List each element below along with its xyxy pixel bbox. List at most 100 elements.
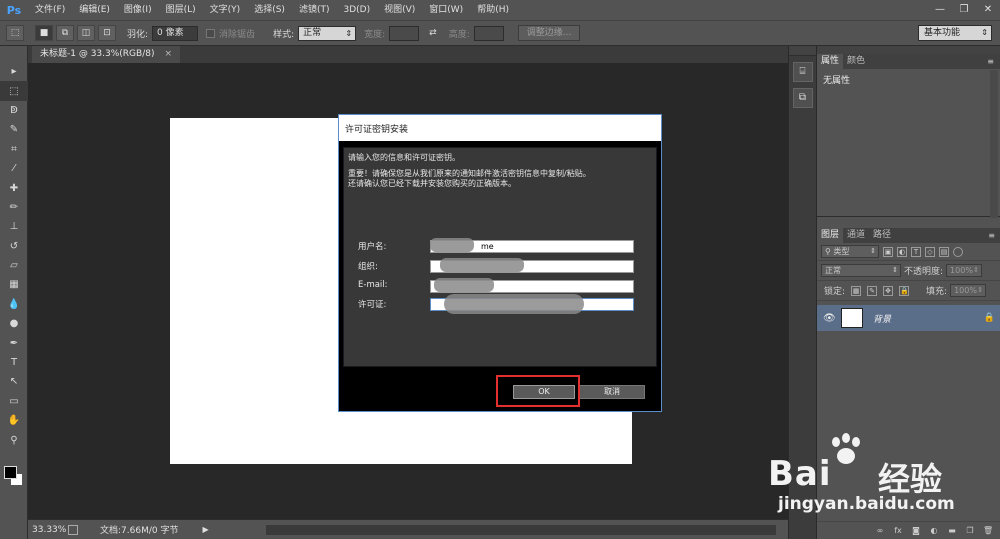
paragraph-panel-icon[interactable]: ⧉ xyxy=(792,88,813,108)
dodge-tool-icon[interactable]: ● xyxy=(0,314,28,333)
menu-select[interactable]: 选择(S) xyxy=(247,0,292,20)
type-tool-icon[interactable]: T xyxy=(0,353,28,372)
move-tool-icon[interactable]: ▸ xyxy=(0,62,28,81)
organization-label: 组织: xyxy=(358,262,378,272)
swap-icon[interactable]: ⇄ xyxy=(429,28,437,38)
tab-channels[interactable]: 通道 xyxy=(843,228,869,243)
width-input[interactable] xyxy=(389,25,420,41)
tab-layers[interactable]: 图层 xyxy=(817,228,844,243)
layer-filter-row: ⚲ 类型 ▣ ◐ T ◇ ▤ xyxy=(817,243,1000,261)
menu-edit[interactable]: 编辑(E) xyxy=(72,0,117,20)
horizontal-scrollbar[interactable] xyxy=(266,525,776,535)
lock-position-icon[interactable]: ✥ xyxy=(883,285,894,296)
quick-select-tool-icon[interactable]: ✎ xyxy=(0,120,28,139)
refine-edge-button[interactable]: 调整边缘... xyxy=(517,25,581,41)
tab-paths[interactable]: 路径 xyxy=(869,228,895,243)
baidu-watermark: Bai 经验 jingyan.baidu.com xyxy=(766,432,996,522)
menu-3d[interactable]: 3D(D) xyxy=(336,0,377,20)
zoom-level[interactable]: 33.33% xyxy=(32,525,66,535)
dialog-content: 请输入您的信息和许可证密钥。 重要！请确保您是从我们原来的通知邮件激活密钥信息中… xyxy=(343,147,657,367)
feather-input[interactable]: 0 像素 xyxy=(152,25,199,41)
crop-tool-icon[interactable]: ⌗ xyxy=(0,140,28,159)
foreground-color-swatch[interactable] xyxy=(4,466,17,479)
height-input[interactable] xyxy=(473,25,504,41)
layer-name: 背景 xyxy=(873,314,892,325)
brush-tool-icon[interactable]: ✏ xyxy=(0,198,28,217)
fill-input[interactable]: 100% xyxy=(950,284,987,297)
marquee-tool-icon[interactable]: ⬚ xyxy=(0,81,28,101)
lock-all-icon[interactable]: 🔒 xyxy=(899,285,910,296)
filter-toggle-icon[interactable] xyxy=(953,246,963,257)
visibility-eye-icon[interactable]: 👁 xyxy=(823,313,837,324)
properties-empty-text: 无属性 xyxy=(823,76,851,86)
cancel-button[interactable]: 取消 xyxy=(579,385,645,399)
opacity-input[interactable]: 100% xyxy=(946,264,983,277)
history-brush-tool-icon[interactable]: ↺ xyxy=(0,237,28,256)
pen-tool-icon[interactable]: ✒ xyxy=(0,333,28,352)
delete-layer-icon[interactable]: 🗑 xyxy=(983,526,993,536)
style-select[interactable]: 正常 xyxy=(298,25,357,41)
subtract-selection-icon[interactable]: ◫ xyxy=(77,25,95,41)
workspace-select[interactable]: 基本功能 xyxy=(918,25,992,41)
zoom-tool-icon[interactable]: ⚲ xyxy=(0,430,28,449)
healing-brush-tool-icon[interactable]: ✚ xyxy=(0,178,28,197)
menu-view[interactable]: 视图(V) xyxy=(377,0,422,20)
smart-object-filter-icon[interactable]: ▤ xyxy=(939,246,949,257)
blend-mode-select[interactable]: 正常 xyxy=(821,264,901,277)
adjustment-layer-icon[interactable]: ◐ xyxy=(929,526,939,536)
pixel-filter-icon[interactable]: ▣ xyxy=(883,246,893,257)
type-filter-icon[interactable]: T xyxy=(911,246,921,257)
eyedropper-tool-icon[interactable]: ⁄ xyxy=(0,159,28,178)
history-panel-icon[interactable]: ⌸ xyxy=(792,62,813,82)
panel-grip[interactable] xyxy=(817,46,1000,54)
rectangle-tool-icon[interactable]: ▭ xyxy=(0,392,28,411)
new-selection-icon[interactable]: ■ xyxy=(35,25,53,41)
path-select-tool-icon[interactable]: ↖ xyxy=(0,372,28,391)
add-selection-icon[interactable]: ⧉ xyxy=(56,25,74,41)
tab-close-icon[interactable]: × xyxy=(164,49,172,59)
minimize-icon[interactable]: — xyxy=(928,0,952,20)
layers-menu-icon[interactable]: ≡ xyxy=(988,228,995,243)
clone-stamp-tool-icon[interactable]: ⊥ xyxy=(0,217,28,236)
tab-color[interactable]: 颜色 xyxy=(843,54,869,69)
lock-pixels-icon[interactable]: ✎ xyxy=(867,285,878,296)
antialias-checkbox[interactable] xyxy=(206,28,216,38)
license-label: 许可证: xyxy=(358,300,387,310)
tab-properties[interactable]: 属性 xyxy=(817,54,844,69)
adjustment-filter-icon[interactable]: ◐ xyxy=(897,246,907,257)
lock-transparent-icon[interactable]: ▦ xyxy=(851,285,862,296)
menu-type[interactable]: 文字(Y) xyxy=(203,0,248,20)
new-group-icon[interactable]: ▬ xyxy=(947,526,957,536)
marquee-preset-icon[interactable]: ⬚ xyxy=(6,25,24,41)
restore-icon[interactable]: ❐ xyxy=(952,0,976,20)
new-layer-icon[interactable]: ❐ xyxy=(965,526,975,536)
menu-help[interactable]: 帮助(H) xyxy=(470,0,516,20)
layer-row-background[interactable]: 👁 背景 🔒 xyxy=(817,305,1000,331)
panel-menu-icon[interactable]: ≡ xyxy=(987,54,994,69)
status-menu-arrow-icon[interactable]: ▶ xyxy=(202,525,208,534)
menu-image[interactable]: 图像(I) xyxy=(117,0,159,20)
filter-kind-select[interactable]: ⚲ 类型 xyxy=(821,245,879,258)
menu-layer[interactable]: 图层(L) xyxy=(159,0,203,20)
shape-filter-icon[interactable]: ◇ xyxy=(925,246,935,257)
menu-file[interactable]: 文件(F) xyxy=(28,0,72,20)
intersect-selection-icon[interactable]: ⊡ xyxy=(98,25,116,41)
gradient-tool-icon[interactable]: ▦ xyxy=(0,275,28,294)
username-label: 用户名: xyxy=(358,242,387,252)
export-icon[interactable] xyxy=(68,524,78,535)
properties-scrollbar[interactable] xyxy=(990,70,998,218)
menu-window[interactable]: 窗口(W) xyxy=(422,0,470,20)
menu-filter[interactable]: 滤镜(T) xyxy=(292,0,337,20)
document-tab[interactable]: 未标题-1 @ 33.3%(RGB/8) × xyxy=(32,46,181,63)
lasso-tool-icon[interactable]: ↁ xyxy=(0,101,28,120)
link-layers-icon[interactable]: ∞ xyxy=(875,526,885,536)
eraser-tool-icon[interactable]: ▱ xyxy=(0,256,28,275)
close-icon[interactable]: ✕ xyxy=(976,0,1000,20)
hand-tool-icon[interactable]: ✋ xyxy=(0,411,28,430)
menu-bar: Ps 文件(F) 编辑(E) 图像(I) 图层(L) 文字(Y) 选择(S) 滤… xyxy=(0,0,1000,20)
blur-tool-icon[interactable]: 💧 xyxy=(0,295,28,314)
layer-style-icon[interactable]: fx xyxy=(893,526,903,536)
document-tab-bar: 未标题-1 @ 33.3%(RGB/8) × xyxy=(28,46,788,63)
add-mask-icon[interactable]: ◙ xyxy=(911,526,921,536)
dock-grip[interactable] xyxy=(789,46,816,56)
